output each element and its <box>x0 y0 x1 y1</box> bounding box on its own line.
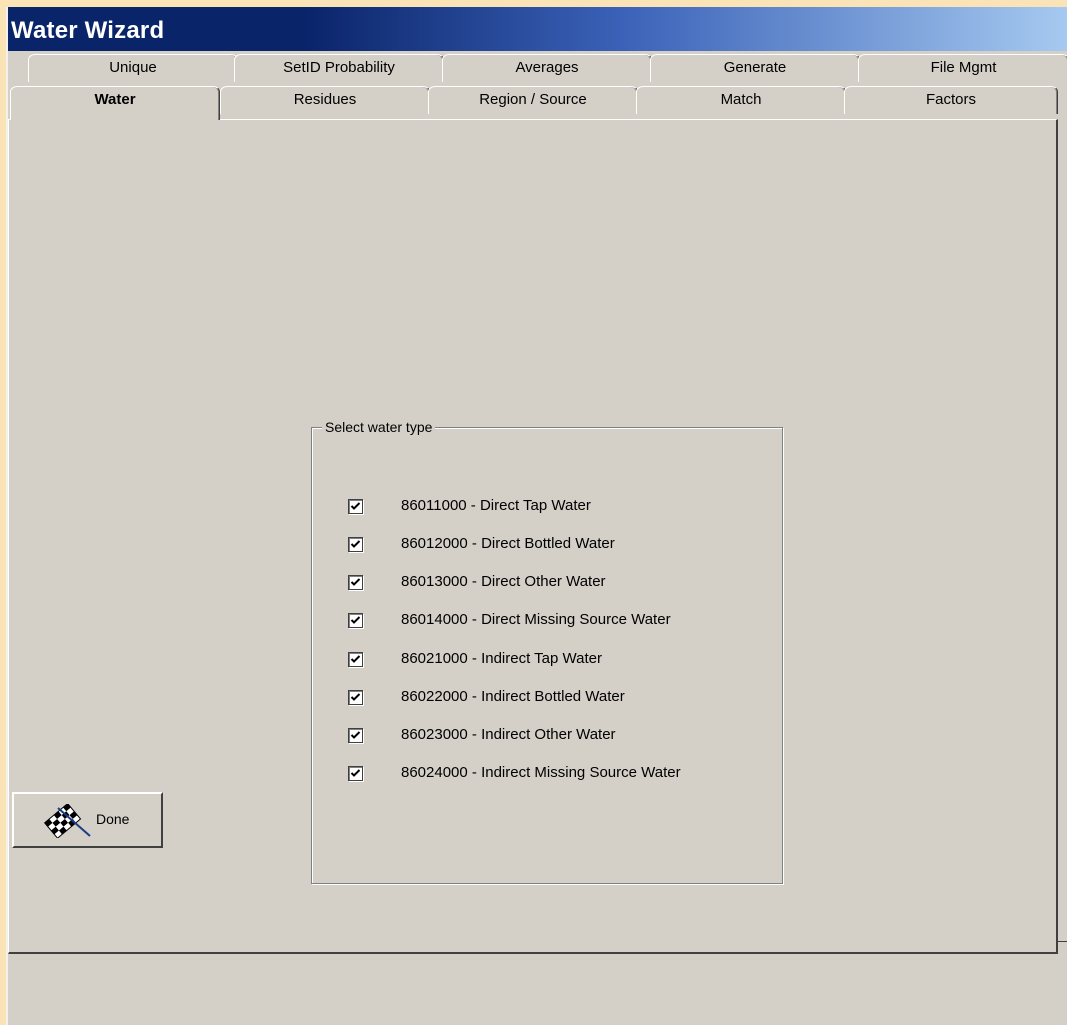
checkbox-label: 86024000 - Indirect Missing Source Water <box>401 764 681 781</box>
checkbox-86024000[interactable] <box>348 766 363 781</box>
checkmark-icon <box>350 731 361 739</box>
checkmark-icon <box>350 540 361 548</box>
water-type-group: Select water type 86011000 - Direct Tap … <box>311 419 783 884</box>
checkbox-86014000[interactable] <box>348 613 363 628</box>
tab-file-mgmt[interactable]: File Mgmt <box>858 54 1067 82</box>
checkbox-86011000[interactable] <box>348 499 363 514</box>
title-bar[interactable]: Water Wizard <box>8 7 1067 51</box>
checkbox-label: 86011000 - Direct Tap Water <box>401 497 591 514</box>
checkmark-icon <box>350 655 361 663</box>
tab-factors[interactable]: Factors <box>844 86 1058 114</box>
tab-setid-probability[interactable]: SetID Probability <box>234 54 444 82</box>
tab-water[interactable]: Water <box>10 86 220 120</box>
tab-unique[interactable]: Unique <box>28 54 238 82</box>
checkered-flag-icon <box>44 804 91 838</box>
water-tab-panel: Select water type 86011000 - Direct Tap … <box>8 119 1058 954</box>
done-button[interactable]: Done <box>12 792 163 848</box>
checkbox-label: 86014000 - Direct Missing Source Water <box>401 611 671 628</box>
checkbox-86022000[interactable] <box>348 690 363 705</box>
tab-match[interactable]: Match <box>636 86 846 114</box>
checkbox-86023000[interactable] <box>348 728 363 743</box>
checkbox-86012000[interactable] <box>348 537 363 552</box>
panel-edge-mark <box>1058 941 1067 942</box>
checkmark-icon <box>350 693 361 701</box>
window-title: Water Wizard <box>11 17 165 44</box>
tab-region-source[interactable]: Region / Source <box>428 86 638 114</box>
checkbox-label: 86021000 - Indirect Tap Water <box>401 650 602 667</box>
checkmark-icon <box>350 502 361 510</box>
checkmark-icon <box>350 578 361 586</box>
checkmark-icon <box>350 769 361 777</box>
water-wizard-window: Water Wizard Unique SetID Probability Av… <box>6 7 1067 1025</box>
checkmark-icon <box>350 616 361 624</box>
checkbox-label: 86023000 - Indirect Other Water <box>401 726 616 743</box>
tab-averages[interactable]: Averages <box>442 54 652 82</box>
checkbox-label: 86012000 - Direct Bottled Water <box>401 535 615 552</box>
done-label: Done <box>96 811 130 827</box>
checkbox-label: 86013000 - Direct Other Water <box>401 573 606 590</box>
group-legend: Select water type <box>322 419 436 435</box>
tab-generate[interactable]: Generate <box>650 54 860 82</box>
tab-residues[interactable]: Residues <box>220 86 430 114</box>
checkbox-86013000[interactable] <box>348 575 363 590</box>
checkbox-label: 86022000 - Indirect Bottled Water <box>401 688 625 705</box>
checkbox-86021000[interactable] <box>348 652 363 667</box>
